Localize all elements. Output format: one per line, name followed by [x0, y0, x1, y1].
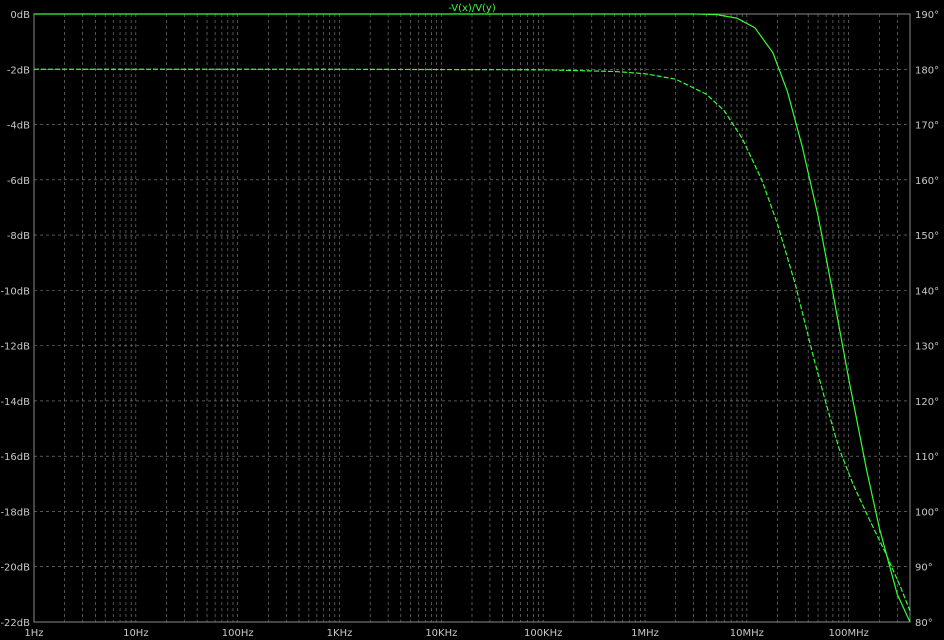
x-tick-label: 100MHz	[828, 628, 868, 639]
y-right-tick-label: 180°	[915, 65, 939, 76]
trace-title[interactable]: -V(x)/V(y)	[448, 3, 496, 14]
y-right-tick-label: 190°	[915, 10, 939, 21]
y-left-tick-label: -16dB	[0, 452, 30, 463]
y-right-tick-label: 130°	[915, 342, 939, 353]
y-left-tick-label: -14dB	[0, 397, 30, 408]
bode-plot: 1Hz 10Hz 100Hz 1KHz 10KHz 100KHz 1MHz 10MHz 100M…	[0, 0, 944, 640]
y-left-tick-label: -12dB	[0, 342, 30, 353]
y-right-tick-label: 90°	[915, 563, 933, 574]
y-right-tick-label: 150°	[915, 231, 939, 242]
y-right-tick-label: 170°	[915, 121, 939, 132]
y-left-tick-label: -6dB	[7, 176, 30, 187]
y-right-tick-label: 120°	[915, 397, 939, 408]
y-left-tick-label: -20dB	[0, 563, 30, 574]
x-tick-label: 1KHz	[327, 628, 353, 639]
x-tick-label: 10Hz	[123, 628, 149, 639]
y-left-tick-label: -18dB	[0, 507, 30, 518]
y-right-tick-label: 110°	[915, 452, 939, 463]
y-right-tick-label: 160°	[915, 176, 939, 187]
x-tick-label: 10KHz	[425, 628, 457, 639]
y-left-tick-label: -2dB	[7, 65, 30, 76]
x-tick-label: 100Hz	[222, 628, 254, 639]
y-left-tick-label: -10dB	[0, 286, 30, 297]
x-tick-label: 1Hz	[24, 628, 43, 639]
y-left-tick-label: -4dB	[7, 121, 30, 132]
y-right-tick-label: 140°	[915, 286, 939, 297]
y-right-tick-label: 80°	[915, 618, 933, 629]
y-right-tick-label: 100°	[915, 507, 939, 518]
x-tick-label: 10MHz	[730, 628, 764, 639]
x-tick-label: 1MHz	[631, 628, 659, 639]
y-left-tick-label: -8dB	[7, 231, 30, 242]
y-left-tick-label: 0dB	[10, 10, 30, 21]
x-tick-label: 100KHz	[524, 628, 562, 639]
y-left-tick-label: -22dB	[0, 618, 30, 629]
